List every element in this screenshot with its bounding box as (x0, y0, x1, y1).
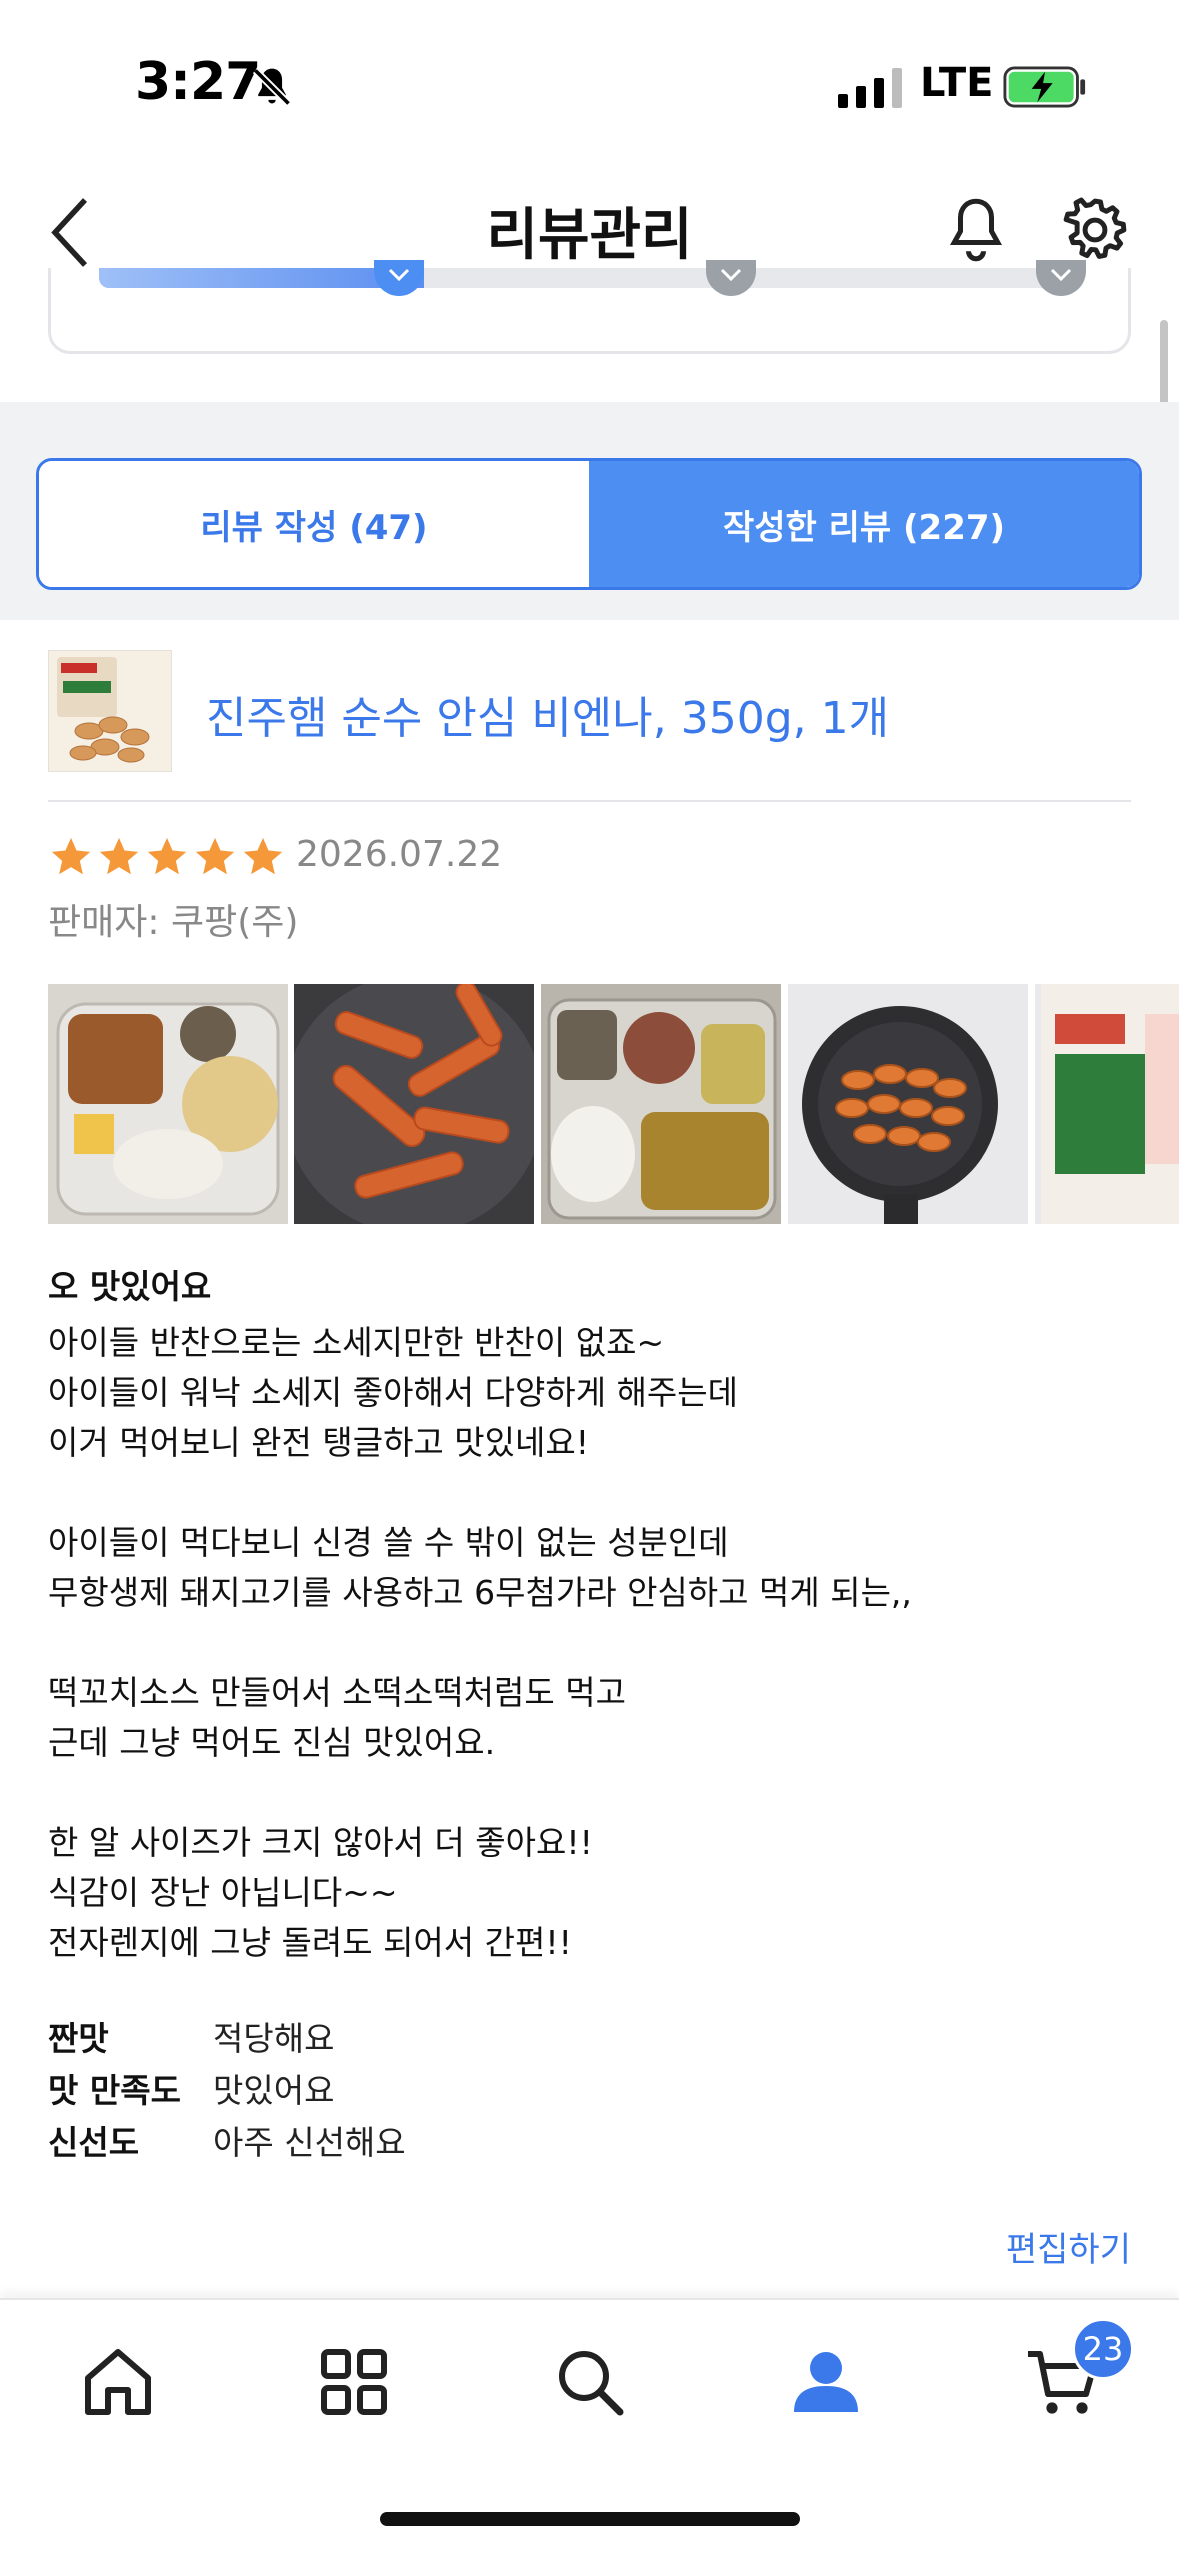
cart-count-badge: 23 (1072, 2318, 1134, 2380)
attribute-row: 신선도 아주 신선해요 (48, 2114, 748, 2166)
review-line: 아이들 반찬으로는 소세지만한 반찬이 없죠~ (48, 1323, 665, 1362)
check-icon (720, 268, 742, 282)
tab-write-review[interactable]: 리뷰 작성 (47) (39, 461, 589, 587)
lunch-tray-photo (48, 984, 288, 1224)
product-row[interactable]: 진주햄 순수 안심 비엔나, 350g, 1개 (48, 650, 1131, 802)
star-rating (48, 834, 286, 884)
attribute-value: 적당해요 (213, 2019, 335, 2058)
progress-step-3 (1036, 260, 1086, 296)
review-photo-1[interactable] (48, 984, 288, 1224)
notification-bell-icon[interactable] (945, 195, 1007, 265)
review-line (48, 1768, 1131, 1818)
signal-icon (838, 68, 902, 108)
review-line: 식감이 장난 아닙니다~~ (48, 1873, 398, 1912)
status-bar: 3:27 LTE (0, 0, 1179, 170)
seller-info: 판매자: 쿠팡(주) (48, 893, 298, 945)
review-photo-2[interactable] (294, 984, 534, 1224)
progress-track (99, 268, 1084, 288)
product-thumbnail[interactable] (48, 650, 172, 772)
review-line: 한 알 사이즈가 크지 않아서 더 좋아요!! (48, 1823, 593, 1862)
review-photo-3[interactable] (541, 984, 781, 1224)
tteokbokki-photo (294, 984, 534, 1224)
review-photo-4[interactable] (788, 984, 1028, 1224)
review-photo-5[interactable] (1035, 984, 1179, 1224)
star-icon (195, 837, 235, 875)
attribute-key: 짠맛 (48, 2019, 109, 2058)
star-icon (51, 837, 91, 875)
seller-label: 판매자: (48, 902, 160, 943)
product-package-photo (1035, 984, 1179, 1224)
network-label: LTE (920, 60, 994, 106)
status-time: 3:27 (135, 52, 261, 112)
review-progress-card (48, 260, 1131, 354)
review-date: 2026.07.22 (296, 834, 503, 875)
my-account-icon[interactable] (786, 2342, 866, 2422)
home-indicator (380, 2512, 800, 2526)
review-line: 이거 먹어보니 완전 탱글하고 맛있네요! (48, 1423, 589, 1462)
review-body: 아이들 반찬으로는 소세지만한 반찬이 없죠~ 아이들이 워낙 소세지 좋아해서… (48, 1318, 1131, 1968)
star-icon (147, 837, 187, 875)
lunch-tray-sausage-photo (541, 984, 781, 1224)
review-line (48, 1468, 1131, 1518)
progress-step-2 (706, 260, 756, 296)
edit-review-link[interactable]: 편집하기 (1006, 2222, 1131, 2271)
attribute-value: 아주 신선해요 (213, 2123, 406, 2162)
review-line: 떡꼬치소스 만들어서 소떡소떡처럼도 먹고 (48, 1673, 626, 1712)
sausages-in-pan-photo (788, 984, 1028, 1224)
review-line (48, 1618, 1131, 1668)
review-line: 아이들이 워낙 소세지 좋아해서 다양하게 해주는데 (48, 1373, 739, 1412)
battery-icon (1003, 66, 1086, 108)
search-icon[interactable] (550, 2342, 630, 2422)
progress-step-1 (374, 260, 424, 296)
product-package-image (49, 651, 171, 771)
seller-name: 쿠팡(주) (170, 902, 299, 943)
review-line: 아이들이 먹다보니 신경 쓸 수 밖이 없는 성분인데 (48, 1523, 729, 1562)
check-icon (388, 268, 410, 282)
star-icon (99, 837, 139, 875)
attribute-value: 맛있어요 (213, 2071, 335, 2110)
settings-gear-icon[interactable] (1062, 195, 1128, 265)
review-photos[interactable] (48, 984, 1179, 1224)
review-tabs: 리뷰 작성 (47) 작성한 리뷰 (227) (36, 458, 1142, 590)
attribute-key: 맛 만족도 (48, 2071, 181, 2110)
home-icon[interactable] (78, 2342, 158, 2422)
review-attributes: 짠맛 적당해요 맛 만족도 맛있어요 신선도 아주 신선해요 (48, 2010, 748, 2166)
category-grid-icon[interactable] (314, 2342, 394, 2422)
attribute-key: 신선도 (48, 2123, 140, 2162)
attribute-row: 짠맛 적당해요 (48, 2010, 748, 2062)
review-line: 무항생제 돼지고기를 사용하고 6무첨가라 안심하고 먹게 되는,, (48, 1573, 912, 1612)
attribute-row: 맛 만족도 맛있어요 (48, 2062, 748, 2114)
review-headline: 오 맛있어요 (48, 1267, 212, 1306)
star-icon (243, 837, 283, 875)
check-icon (1050, 268, 1072, 282)
tab-written-reviews[interactable]: 작성한 리뷰 (227) (589, 461, 1139, 587)
bell-off-icon (252, 67, 292, 107)
review-line: 전자렌지에 그냥 돌려도 되어서 간편!! (48, 1923, 572, 1962)
product-name[interactable]: 진주햄 순수 안심 비엔나, 350g, 1개 (206, 682, 889, 746)
divider (48, 800, 1131, 802)
review-line: 근데 그냥 먹어도 진심 맛있어요. (48, 1723, 496, 1762)
